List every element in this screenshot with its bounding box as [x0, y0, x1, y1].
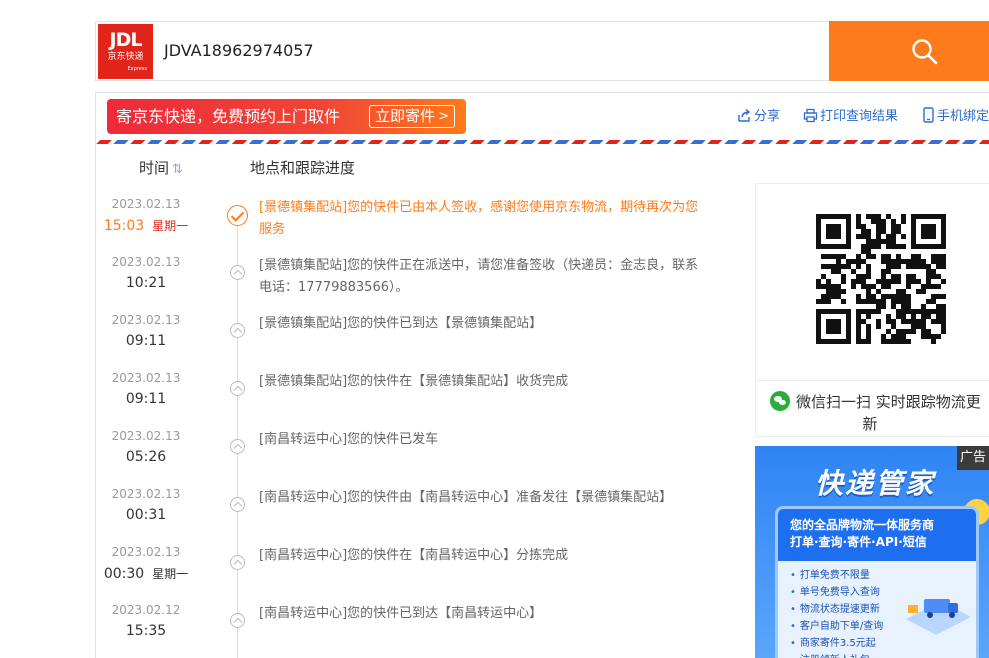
- entry-message: [南昌转运中心]您的快件已到达【南昌转运中心】: [259, 606, 543, 621]
- share-button[interactable]: 分享: [737, 107, 780, 127]
- entry-time-value: 10:21: [125, 275, 167, 291]
- ad-card-head: 您的全品牌物流一体服务商 打单·查询·寄件·API·短信: [778, 509, 976, 561]
- print-label: 打印查询结果: [820, 109, 899, 124]
- entry-date: 2023.02.13: [111, 197, 181, 211]
- send-now-label: 立即寄件: [375, 107, 436, 125]
- phone-icon: [923, 107, 934, 123]
- qr-code: [816, 214, 946, 344]
- ad-feature-list: 打单免费不限量单号免费导入查询物流状态提速更新客户自助下单/查询商家寄件3.5元…: [790, 567, 883, 658]
- entry-time-value: 09:11: [125, 391, 167, 407]
- entry-message: [南昌转运中心]您的快件由【南昌转运中心】准备发往【景德镇集配站】: [259, 490, 673, 505]
- entry-time: 15:35: [95, 623, 197, 639]
- share-icon: [738, 108, 751, 122]
- entry-date: 2023.02.13: [111, 371, 181, 385]
- ad-feature-item: 注册领新人礼包: [790, 652, 883, 658]
- entry-time: 10:21: [95, 275, 197, 291]
- entry-time-value: 15:35: [125, 623, 167, 639]
- entry-weekday: 星期一: [152, 567, 189, 581]
- entry-message: [景德镇集配站]您的快件已由本人签收，感谢您使用京东物流，期待再次为您服务: [259, 200, 699, 237]
- time-column-header[interactable]: 时间 ⇅: [139, 157, 183, 178]
- wechat-qr-card: 微信扫一扫 实时跟踪物流更 新: [755, 183, 989, 437]
- chevron-up-circle-icon: [230, 323, 245, 338]
- phone-bind-label: 手机绑定: [937, 109, 989, 124]
- print-icon: [803, 108, 818, 123]
- entry-time: 09:11: [95, 333, 197, 349]
- chevron-up-circle-icon: [230, 439, 245, 454]
- entry-time: 09:11: [95, 391, 197, 407]
- entry-time-value: 00:30: [103, 566, 145, 582]
- ad-feature-item: 商家寄件3.5元起: [790, 635, 883, 652]
- entry-message: [南昌转运中心]您的快件已发车: [259, 432, 439, 447]
- entry-time-value: 05:26: [125, 449, 167, 465]
- send-express-banner[interactable]: 寄京东快递，免费预约上门取件 立即寄件 >: [107, 99, 466, 134]
- ad-feature-item: 客户自助下单/查询: [790, 618, 883, 635]
- entry-weekday: 星期一: [152, 219, 189, 233]
- sort-icon[interactable]: ⇅: [172, 162, 183, 177]
- entry-time: 15:03 星期一: [95, 217, 197, 234]
- entry-date: 2023.02.13: [111, 313, 181, 327]
- entry-time-value: 15:03: [103, 218, 145, 234]
- ad-headline-2: 打单·查询·寄件·API·短信: [790, 535, 927, 549]
- entry-time-value: 00:31: [125, 507, 167, 523]
- logo-cn: 京东快递: [107, 52, 144, 62]
- chevron-up-circle-icon: [230, 381, 245, 396]
- jdl-express-logo: JDL 京东快递 Express: [98, 24, 153, 79]
- entry-time: 05:26: [95, 449, 197, 465]
- ad-feature-item: 物流状态提速更新: [790, 601, 883, 618]
- print-button[interactable]: 打印查询结果: [803, 107, 898, 127]
- logo-en: Express: [127, 66, 147, 72]
- airmail-stripe: [96, 140, 989, 144]
- banner-text: 寄京东快递，免费预约上门取件: [116, 107, 341, 126]
- ad-card: 您的全品牌物流一体服务商 打单·查询·寄件·API·短信 打单免费不限量单号免费…: [775, 506, 979, 658]
- wechat-icon: [770, 391, 790, 411]
- entry-message: [南昌转运中心]您的快件在【南昌转运中心】分拣完成: [259, 548, 569, 563]
- ad-feature-item: 单号免费导入查询: [790, 584, 883, 601]
- time-header-label: 时间: [139, 159, 170, 177]
- entry-time: 00:31: [95, 507, 197, 523]
- chevron-up-circle-icon: [230, 265, 245, 280]
- entry-date: 2023.02.12: [111, 603, 181, 617]
- qr-caption-line1: 微信扫一扫 实时跟踪物流更: [796, 393, 981, 411]
- entry-time-value: 09:11: [125, 333, 167, 349]
- chevron-up-circle-icon: [230, 555, 245, 570]
- chevron-right-icon: >: [438, 109, 449, 124]
- qr-caption: 微信扫一扫 实时跟踪物流更 新: [756, 380, 989, 435]
- logo-brand: JDL: [109, 29, 143, 51]
- search-button[interactable]: [829, 21, 989, 81]
- entry-date: 2023.02.13: [111, 255, 181, 269]
- delivery-truck-illustration-icon: [906, 599, 971, 635]
- qr-caption-line2: 新: [862, 415, 878, 433]
- ad-feature-item: 打单免费不限量: [790, 567, 883, 584]
- chevron-up-circle-icon: [230, 497, 245, 512]
- chevron-up-circle-icon: [230, 613, 245, 628]
- entry-date: 2023.02.13: [111, 487, 181, 501]
- tracking-number-input[interactable]: JDVA18962974057: [164, 22, 314, 80]
- kuaidi-guanjia-ad[interactable]: 广告 快递管家 您的全品牌物流一体服务商 打单·查询·寄件·API·短信 打单免…: [755, 446, 989, 658]
- ad-badge: 广告: [957, 446, 989, 470]
- entry-date: 2023.02.13: [111, 429, 181, 443]
- share-label: 分享: [754, 109, 781, 124]
- entry-time: 00:30 星期一: [95, 565, 197, 582]
- entry-message: [景德镇集配站]您的快件正在派送中，请您准备签收（快递员：金志良，联系电话：17…: [259, 258, 699, 295]
- entry-message: [景德镇集配站]您的快件已到达【景德镇集配站】: [259, 316, 543, 331]
- ad-headline-1: 您的全品牌物流一体服务商: [790, 518, 935, 532]
- entry-message: [景德镇集配站]您的快件在【景德镇集配站】收货完成: [259, 374, 569, 389]
- phone-bind-button[interactable]: 手机绑定: [922, 107, 989, 127]
- search-icon: [912, 39, 938, 65]
- search-bar: JDL 京东快递 Express JDVA18962974057: [95, 21, 989, 81]
- location-column-header: 地点和跟踪进度: [250, 159, 356, 177]
- ad-title: 快递管家: [815, 467, 936, 500]
- entry-date: 2023.02.13: [111, 545, 181, 559]
- check-circle-icon: [227, 205, 248, 226]
- send-now-button[interactable]: 立即寄件 >: [369, 105, 455, 128]
